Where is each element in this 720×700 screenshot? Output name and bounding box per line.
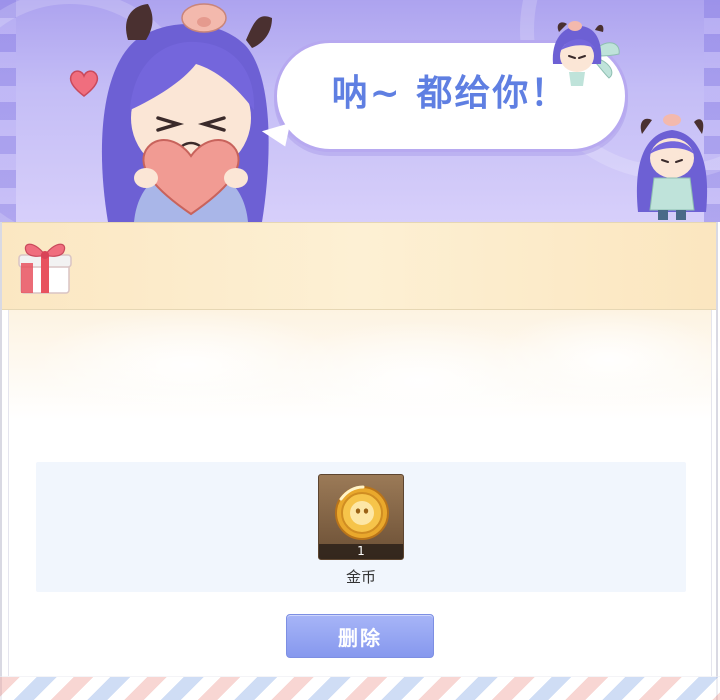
reward-item-slot[interactable]: 1	[318, 474, 404, 560]
item-name: 金币	[345, 568, 376, 586]
attachment-header	[0, 222, 718, 310]
mail-banner: 呐~ 都给你！	[0, 0, 720, 222]
cloud-decoration	[489, 310, 720, 410]
item-count: 1	[319, 544, 403, 559]
chibi-character-small-flying	[552, 21, 620, 86]
panel-frame-right	[716, 222, 718, 700]
gift-box-icon	[18, 243, 72, 294]
chibi-character-main	[101, 3, 272, 222]
panel-frame-left	[0, 222, 2, 700]
chibi-character-small-standing	[636, 114, 708, 220]
delete-button[interactable]: 删除	[286, 614, 434, 658]
airmail-border-decoration	[0, 676, 720, 700]
speech-bubble-tail	[259, 117, 291, 147]
